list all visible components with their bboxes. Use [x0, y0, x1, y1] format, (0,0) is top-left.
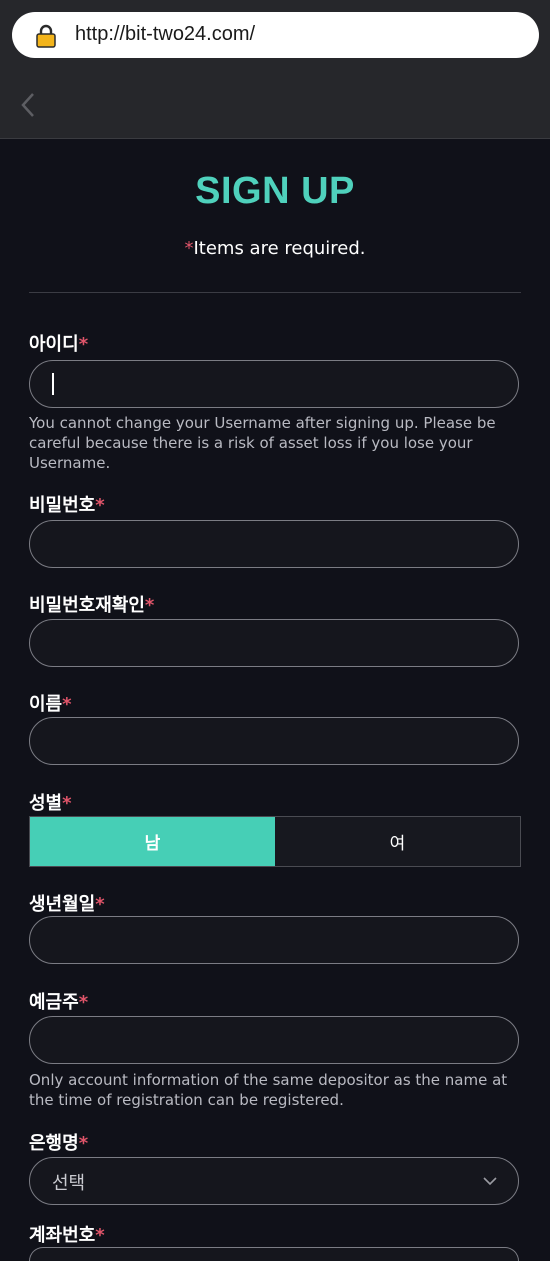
gender-toggle: 남 여 — [29, 816, 521, 867]
address-bar[interactable]: http://bit-two24.com/ — [12, 12, 539, 58]
depositor-input[interactable] — [30, 1017, 518, 1063]
birth-input[interactable] — [30, 917, 518, 963]
divider — [29, 292, 521, 293]
required-notice: *Items are required. — [184, 238, 366, 259]
bank-select-value: 선택 — [52, 1173, 86, 1194]
page-title: SIGN UP — [195, 170, 355, 212]
gender-female-button[interactable]: 여 — [275, 817, 520, 866]
name-label: 이름* — [29, 694, 72, 715]
name-input[interactable] — [30, 718, 518, 764]
bank-select[interactable]: 선택 — [29, 1157, 519, 1205]
browser-toolbar: http://bit-two24.com/ — [0, 0, 550, 139]
back-arrow-icon[interactable] — [16, 88, 40, 122]
password-confirm-label: 비밀번호재확인* — [29, 595, 155, 616]
username-field[interactable] — [29, 360, 519, 408]
password-input[interactable] — [30, 521, 518, 567]
text-caret — [52, 373, 54, 395]
password-label: 비밀번호* — [29, 495, 105, 516]
lock-icon — [36, 24, 56, 48]
signup-form: SIGN UP *Items are required. 아이디* You ca… — [0, 139, 550, 1261]
username-label: 아이디* — [29, 334, 89, 355]
password-confirm-input[interactable] — [30, 620, 518, 666]
gender-label: 성별* — [29, 793, 72, 814]
username-help: You cannot change your Username after si… — [29, 414, 496, 472]
birth-field[interactable] — [29, 916, 519, 964]
username-input[interactable] — [30, 361, 518, 407]
name-field[interactable] — [29, 717, 519, 765]
url-text: http://bit-two24.com/ — [75, 23, 256, 45]
gender-male-button[interactable]: 남 — [30, 817, 275, 866]
bank-label: 은행명* — [29, 1133, 89, 1154]
password-field[interactable] — [29, 520, 519, 568]
depositor-field[interactable] — [29, 1016, 519, 1064]
chevron-down-icon — [483, 1177, 497, 1186]
password-confirm-field[interactable] — [29, 619, 519, 667]
account-field[interactable] — [29, 1247, 519, 1261]
depositor-help: Only account information of the same dep… — [29, 1071, 508, 1109]
depositor-label: 예금주* — [29, 992, 89, 1013]
birth-label: 생년월일* — [29, 894, 105, 915]
account-label: 계좌번호* — [29, 1225, 105, 1246]
